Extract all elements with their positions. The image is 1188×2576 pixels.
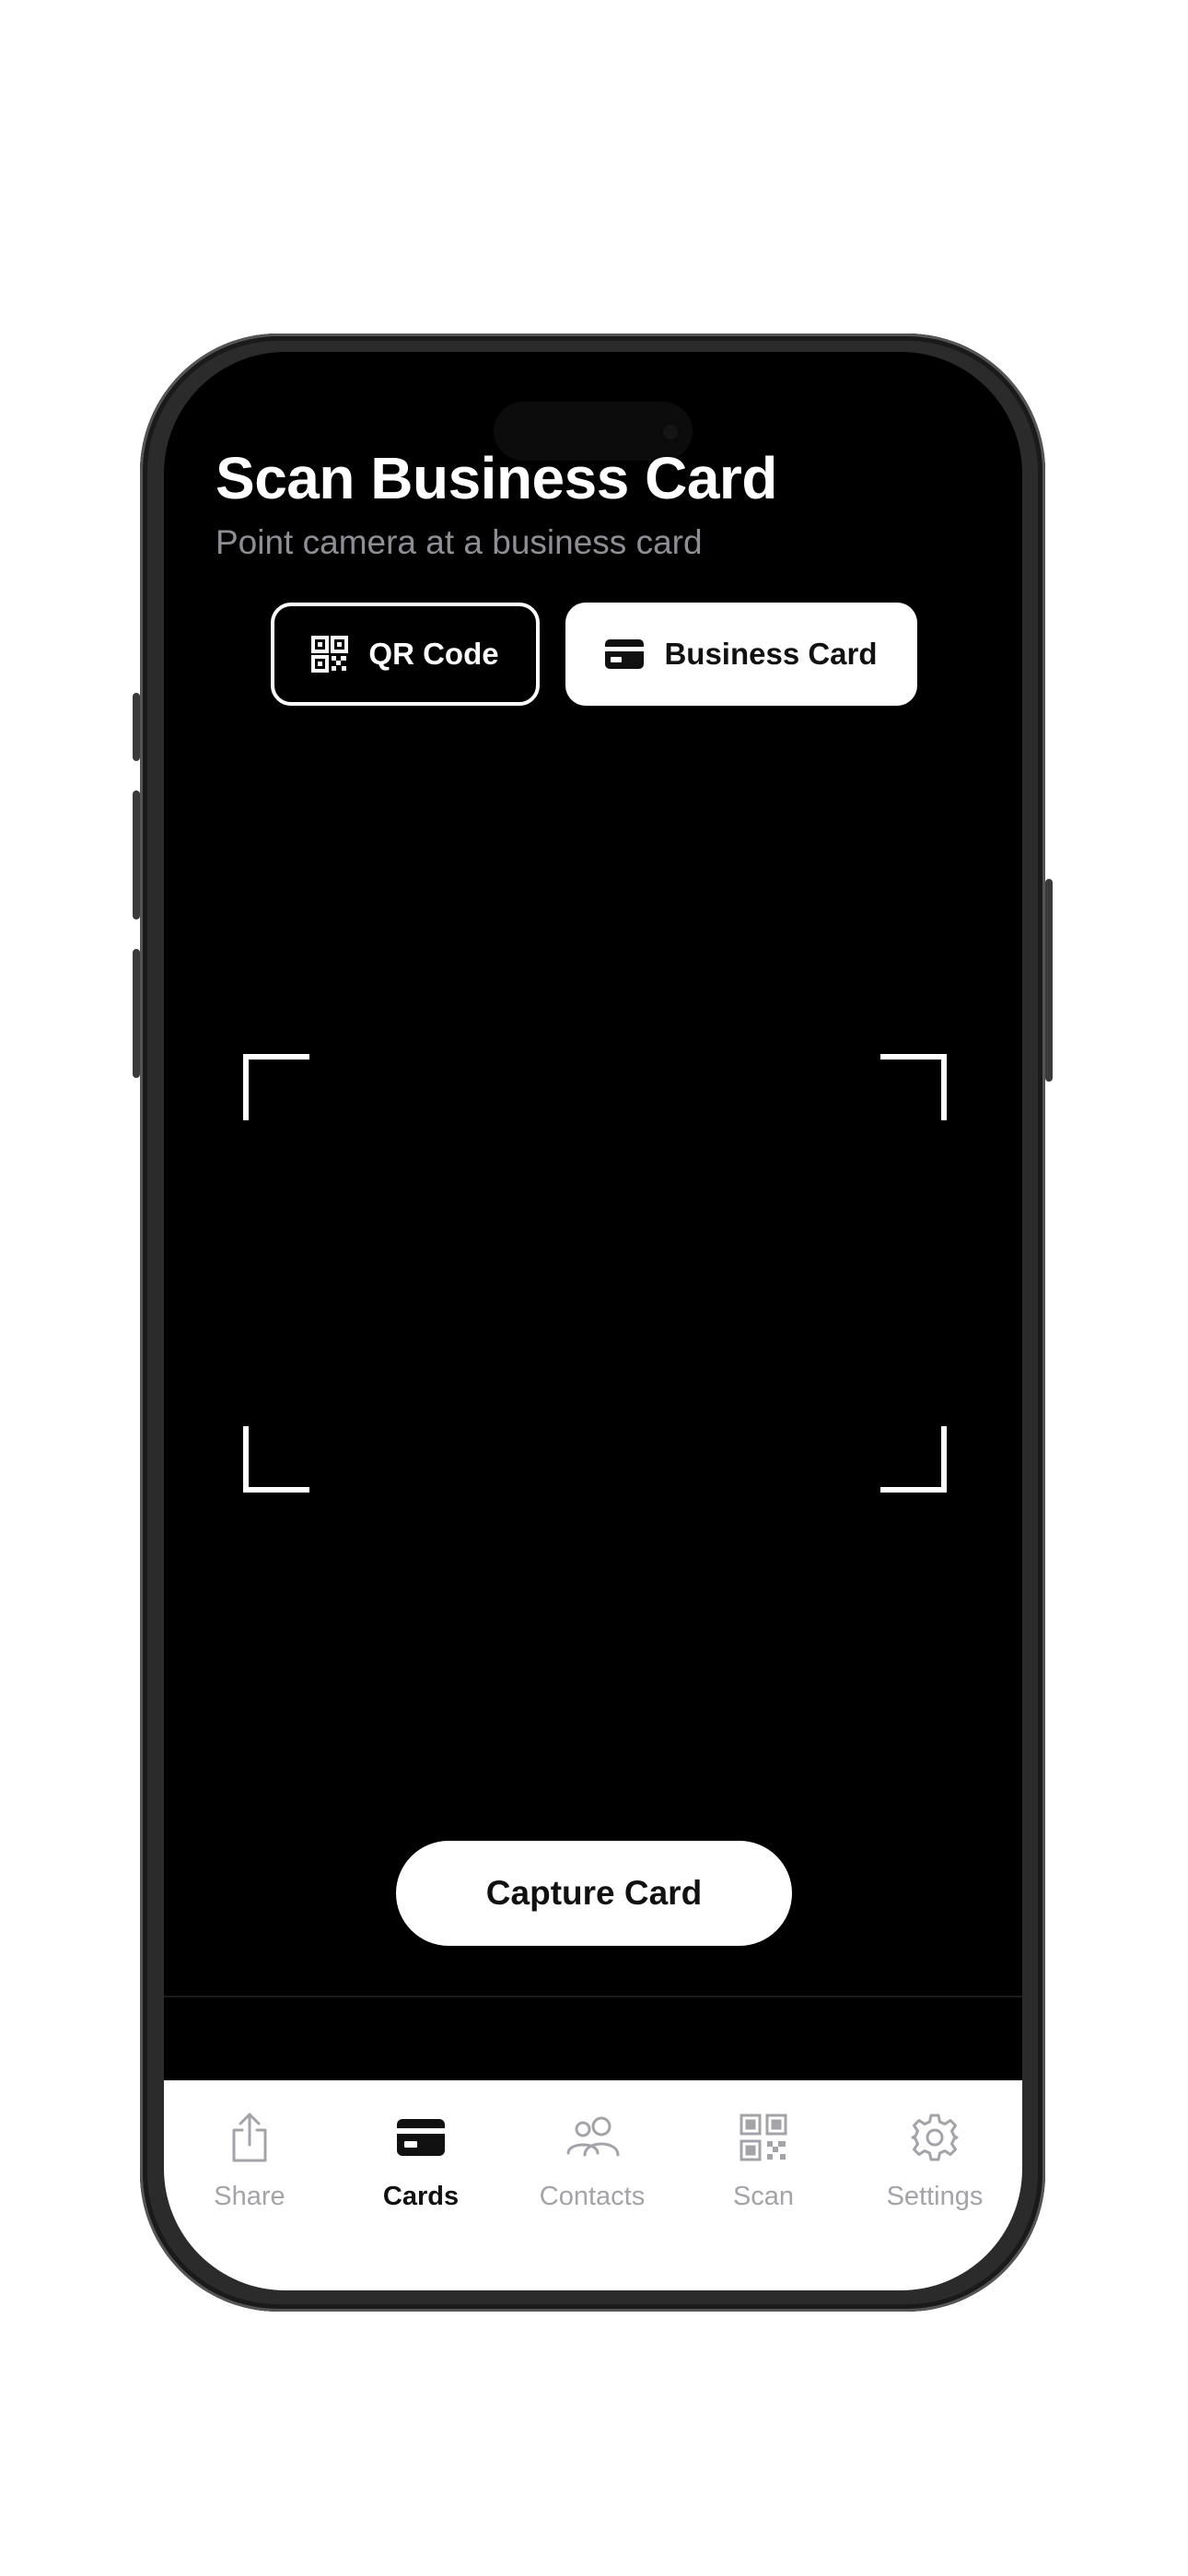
tab-scan-label: Scan [732, 2182, 795, 2211]
tab-scan[interactable]: Scan [678, 2080, 849, 2265]
page-title: Scan Business Card [215, 445, 777, 511]
screen: Scan Business Card Point camera at a bus… [164, 352, 1022, 2290]
business-card-mode-button[interactable]: Business Card [565, 603, 917, 706]
volume-up-button [133, 790, 140, 919]
qr-code-mode-button[interactable]: QR Code [271, 603, 540, 706]
capture-card-button[interactable]: Capture Card [396, 1841, 792, 1946]
business-card-mode-label: Business Card [664, 637, 878, 671]
gear-icon [910, 2106, 960, 2169]
tab-contacts-label: Contacts [539, 2182, 646, 2211]
tab-cards[interactable]: Cards [335, 2080, 507, 2265]
front-camera [658, 420, 682, 444]
silent-switch [133, 693, 140, 761]
tab-bar: Share Cards Contacts Scan Settings [164, 2080, 1022, 2290]
power-button [1045, 879, 1053, 1082]
qr-icon [311, 636, 349, 673]
tab-share[interactable]: Share [164, 2080, 335, 2265]
tab-settings[interactable]: Settings [849, 2080, 1020, 2265]
tab-cards-label: Cards [382, 2182, 460, 2211]
tab-settings-label: Settings [886, 2182, 984, 2211]
page-subtitle: Point camera at a business card [215, 523, 703, 561]
viewfinder-corner-top-left [243, 1054, 309, 1120]
tab-contacts[interactable]: Contacts [507, 2080, 678, 2265]
card-icon [605, 639, 645, 669]
share-icon [228, 2106, 271, 2169]
contacts-icon [565, 2106, 620, 2169]
card-icon [397, 2106, 445, 2169]
viewfinder-corner-top-right [880, 1054, 947, 1120]
divider [164, 1996, 1022, 1997]
qr-code-mode-label: QR Code [368, 637, 499, 671]
volume-down-button [133, 949, 140, 1078]
tab-share-label: Share [214, 2182, 285, 2211]
qr-icon [740, 2106, 787, 2169]
viewfinder-corner-bottom-left [243, 1426, 309, 1493]
capture-card-label: Capture Card [485, 1874, 703, 1912]
viewfinder-corner-bottom-right [880, 1426, 947, 1493]
